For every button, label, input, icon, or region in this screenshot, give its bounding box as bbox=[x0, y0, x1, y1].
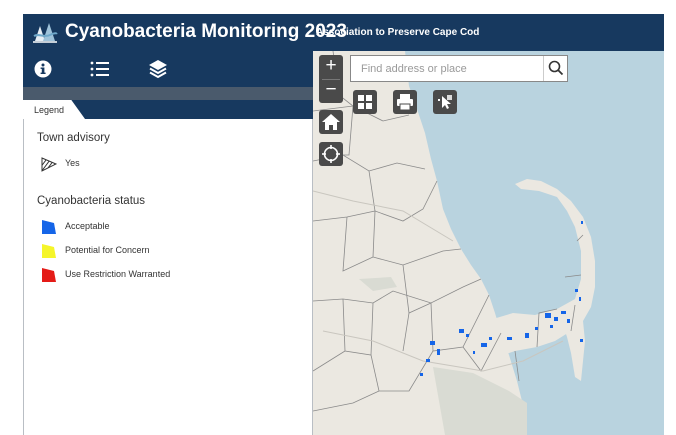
legend-label-yes: Yes bbox=[65, 158, 80, 168]
zoom-in-button[interactable]: + bbox=[319, 55, 343, 79]
tab-legend[interactable]: Legend bbox=[23, 100, 85, 119]
home-icon bbox=[322, 114, 340, 130]
legend-label-potential-for-concern: Potential for Concern bbox=[65, 245, 150, 255]
search-input[interactable] bbox=[351, 56, 543, 81]
legend-content: Town advisory Yes Cyanobacteria status A… bbox=[23, 119, 313, 435]
home-button[interactable] bbox=[319, 110, 343, 134]
search-button[interactable] bbox=[543, 56, 567, 81]
measure-icon bbox=[438, 95, 452, 109]
cape-cod-logo-icon bbox=[32, 19, 58, 45]
basemap-gallery-button[interactable] bbox=[353, 90, 377, 114]
info-button[interactable] bbox=[31, 57, 55, 81]
map-view[interactable]: + − bbox=[313, 51, 664, 435]
legend-list-icon bbox=[90, 61, 109, 77]
legend-heading-town-advisory: Town advisory bbox=[37, 132, 110, 144]
hatched-swatch-icon bbox=[41, 157, 57, 172]
zoom-out-button[interactable]: − bbox=[319, 79, 343, 103]
layers-button[interactable] bbox=[146, 57, 170, 81]
basemap-gallery-icon bbox=[358, 95, 372, 109]
legend-list-button[interactable] bbox=[88, 57, 112, 81]
legend-panel: Legend Town advisory Yes Cyanobacteria s… bbox=[23, 100, 313, 435]
locate-icon bbox=[322, 145, 340, 163]
search-icon bbox=[548, 60, 564, 76]
blue-swatch-icon bbox=[42, 220, 56, 234]
zoom-control: + − bbox=[319, 55, 343, 103]
search-box bbox=[350, 55, 568, 82]
yellow-swatch-icon bbox=[42, 244, 56, 258]
print-button[interactable] bbox=[393, 90, 417, 114]
legend-label-acceptable: Acceptable bbox=[65, 221, 110, 231]
toolbar bbox=[23, 51, 313, 87]
app-subtitle: Association to Preserve Cape Cod bbox=[316, 27, 480, 38]
legend-heading-cyanobacteria-status: Cyanobacteria status bbox=[37, 195, 146, 207]
info-icon bbox=[34, 60, 52, 78]
panel-tab-bar: Legend bbox=[23, 100, 313, 119]
layers-icon bbox=[149, 60, 167, 79]
locate-button[interactable] bbox=[319, 142, 343, 166]
toolbar-divider bbox=[23, 87, 313, 100]
measure-button[interactable] bbox=[433, 90, 457, 114]
legend-label-use-restriction-warranted: Use Restriction Warranted bbox=[65, 269, 171, 279]
app-title: Cyanobacteria Monitoring 2023 bbox=[65, 21, 347, 42]
print-icon bbox=[397, 94, 413, 111]
red-swatch-icon bbox=[42, 268, 56, 282]
app-window: Cyanobacteria Monitoring 2023 Associatio… bbox=[23, 14, 664, 435]
header-bar: Cyanobacteria Monitoring 2023 Associatio… bbox=[23, 14, 664, 51]
